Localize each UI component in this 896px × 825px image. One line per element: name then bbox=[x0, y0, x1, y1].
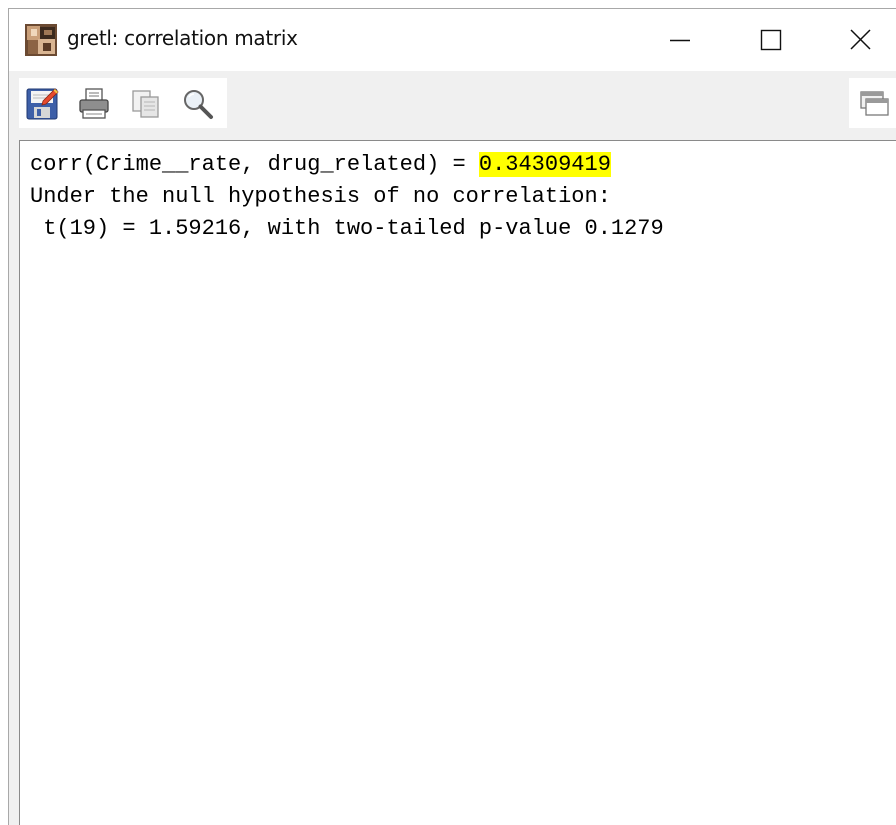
copy-icon bbox=[132, 90, 159, 118]
maximize-icon bbox=[760, 29, 782, 51]
close-button[interactable] bbox=[837, 9, 883, 71]
save-icon bbox=[26, 88, 59, 120]
correlation-output: corr(Crime__rate, drug_related) = 0.3430… bbox=[30, 149, 664, 245]
window-list-icon bbox=[860, 91, 889, 116]
toolbar-right-group bbox=[849, 78, 896, 128]
toolbar-left-group bbox=[19, 78, 227, 128]
gretl-window: gretl: correlation matrix corr(Crime__ra… bbox=[8, 8, 896, 825]
find-button[interactable] bbox=[181, 87, 215, 121]
minimize-icon bbox=[670, 39, 690, 42]
window-list-button[interactable] bbox=[857, 87, 891, 121]
title-bar[interactable]: gretl: correlation matrix bbox=[9, 9, 896, 71]
close-icon bbox=[850, 29, 871, 50]
print-button[interactable] bbox=[77, 87, 111, 121]
save-button[interactable] bbox=[25, 87, 59, 121]
minimize-button[interactable] bbox=[657, 9, 703, 71]
output-line-1-prefix: corr(Crime__rate, drug_related) = bbox=[30, 152, 479, 177]
print-icon bbox=[79, 88, 109, 119]
maximize-button[interactable] bbox=[747, 9, 793, 71]
output-text-area[interactable]: corr(Crime__rate, drug_related) = 0.3430… bbox=[19, 140, 896, 825]
correlation-value: 0.34309419 bbox=[478, 152, 611, 177]
output-line-3: t(19) = 1.59216, with two-tailed p-value… bbox=[30, 216, 664, 241]
gretl-app-icon[interactable] bbox=[25, 24, 57, 56]
find-icon bbox=[184, 90, 213, 119]
toolbar bbox=[9, 71, 896, 139]
window-title: gretl: correlation matrix bbox=[67, 26, 298, 50]
output-line-2: Under the null hypothesis of no correlat… bbox=[30, 184, 611, 209]
copy-button[interactable] bbox=[129, 87, 163, 121]
